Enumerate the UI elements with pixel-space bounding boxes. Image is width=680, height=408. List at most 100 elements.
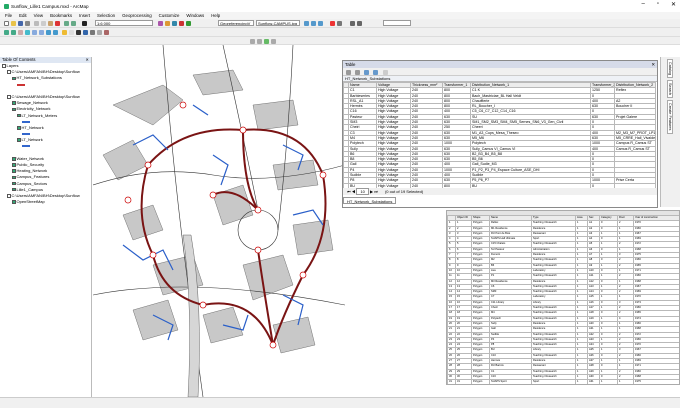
search-icon[interactable] (172, 21, 177, 26)
go-to-xy-icon[interactable] (97, 30, 102, 35)
arctoolbox-icon[interactable] (179, 21, 184, 26)
menu-item-help[interactable]: Help (211, 13, 220, 18)
time-slider-icon[interactable] (104, 30, 109, 35)
control-points-icon[interactable] (330, 21, 335, 26)
refresh-icon[interactable] (264, 38, 269, 44)
visibility-checkbox[interactable] (2, 64, 6, 68)
visibility-checkbox[interactable] (12, 76, 16, 81)
full-extent-icon[interactable] (25, 30, 30, 35)
visibility-checkbox[interactable] (12, 200, 16, 204)
scale-combo[interactable]: 1:6 000 (95, 20, 153, 26)
menu-item-geoprocessing[interactable]: Geoprocessing (122, 13, 152, 18)
clear-selection-icon[interactable] (69, 30, 74, 35)
swipe-icon[interactable] (357, 21, 362, 26)
map-view[interactable] (92, 44, 346, 398)
rotate-icon[interactable] (304, 21, 309, 26)
measure-icon[interactable] (350, 21, 355, 26)
visibility-checkbox[interactable] (12, 187, 16, 192)
record-number[interactable]: 10 (356, 188, 369, 195)
menu-item-bookmarks[interactable]: Bookmarks (50, 13, 72, 18)
table-options-icon[interactable] (346, 69, 351, 75)
last-record-icon[interactable]: ⏭ (374, 189, 378, 194)
menu-item-edit[interactable]: Edit (19, 13, 27, 18)
paste-icon[interactable] (48, 21, 53, 26)
select-features-icon[interactable] (62, 30, 67, 35)
scale-icon[interactable] (318, 21, 323, 26)
add-data-icon[interactable] (82, 21, 87, 26)
menu-item-file[interactable]: File (5, 13, 12, 18)
editor-icon[interactable] (158, 21, 163, 26)
raster-layer-combo[interactable]: Sunflow-CAMPUS.jpg (256, 20, 300, 26)
visibility-checkbox[interactable] (12, 163, 16, 167)
pan-icon[interactable] (18, 30, 23, 35)
save-icon[interactable] (18, 21, 23, 26)
switch-selection-icon[interactable] (373, 69, 379, 75)
next-record-icon[interactable]: ▶ (370, 189, 373, 194)
dock-tab-catalog[interactable]: Catalog (667, 59, 673, 79)
column-header[interactable]: Distribution_Network_2 (614, 81, 656, 89)
maximize-icon[interactable]: ▫ (657, 1, 659, 8)
menu-item-customize[interactable]: Customize (159, 13, 180, 18)
shift-icon[interactable] (311, 21, 316, 26)
column-header[interactable]: Transformer_2 (590, 81, 615, 89)
zoom-in-icon[interactable] (4, 30, 9, 35)
transparency-combo[interactable] (383, 20, 411, 26)
redo-icon[interactable] (71, 21, 76, 26)
menu-item-selection[interactable]: Selection (97, 13, 115, 18)
python-icon[interactable] (186, 21, 191, 26)
visibility-checkbox[interactable] (12, 107, 16, 111)
menu-item-view[interactable]: View (34, 13, 43, 18)
previous-record-icon[interactable]: ◀ (352, 189, 356, 194)
forward-icon[interactable] (53, 30, 58, 35)
visibility-checkbox[interactable] (7, 95, 11, 99)
menu-item-windows[interactable]: Windows (186, 13, 204, 18)
table-toolbar (343, 68, 657, 76)
dock-tab-create-features[interactable]: Create Features (667, 100, 673, 134)
minimize-icon[interactable]: – (641, 1, 644, 8)
visibility-checkbox[interactable] (7, 70, 11, 74)
layout-view-icon[interactable] (257, 38, 262, 44)
menu-item-insert[interactable]: Insert (79, 13, 90, 18)
undo-icon[interactable] (64, 21, 69, 26)
link-table-icon[interactable] (337, 21, 342, 26)
pause-drawing-icon[interactable] (271, 38, 276, 44)
close-icon[interactable]: ✕ (651, 61, 655, 68)
back-icon[interactable] (46, 30, 51, 35)
fixed-zoom-in-icon[interactable] (32, 30, 37, 35)
cut-icon[interactable] (34, 21, 39, 26)
select-elements-icon[interactable] (76, 30, 81, 35)
dock-tab-search[interactable]: Search (667, 80, 673, 99)
visibility-checkbox[interactable] (12, 181, 16, 186)
catalog-icon[interactable] (165, 21, 170, 26)
visibility-checkbox[interactable] (7, 194, 11, 198)
zoom-out-icon[interactable] (11, 30, 16, 35)
standard-toolbar: 1:6 000 GeoreferencingV Sunflow-CAMPUS.j… (0, 19, 680, 28)
fixed-zoom-out-icon[interactable] (39, 30, 44, 35)
column-header[interactable]: Transformer_1 (442, 81, 471, 89)
visibility-checkbox[interactable] (12, 175, 16, 180)
select-by-attributes-icon[interactable] (364, 69, 370, 75)
table-bottom-tab[interactable]: HT_Network_Substations (343, 197, 397, 204)
visibility-checkbox[interactable] (17, 138, 21, 142)
delete-icon[interactable] (55, 21, 60, 26)
visibility-checkbox[interactable] (17, 113, 21, 118)
visibility-checkbox[interactable] (12, 101, 16, 105)
georeferencing-layer-combo[interactable]: GeoreferencingV (218, 20, 254, 26)
open-icon[interactable] (11, 21, 16, 26)
data-view-icon[interactable] (250, 38, 255, 44)
legend-symbol-icon (22, 145, 30, 148)
toc-item-label: Sewage_Network (16, 100, 48, 106)
copy-icon[interactable] (41, 21, 46, 26)
visibility-checkbox[interactable] (17, 126, 21, 130)
new-icon[interactable] (4, 21, 9, 26)
first-record-icon[interactable]: ⏮ (347, 189, 351, 194)
find-icon[interactable] (90, 30, 95, 35)
close-icon[interactable]: ✕ (671, 1, 676, 8)
visibility-checkbox[interactable] (12, 157, 16, 161)
visibility-checkbox[interactable] (12, 169, 16, 173)
print-icon[interactable] (25, 21, 30, 26)
toc-item[interactable]: OpenStreetMap (0, 199, 91, 205)
clear-selection-icon[interactable] (382, 69, 388, 75)
related-tables-icon[interactable] (355, 69, 361, 75)
identify-icon[interactable] (83, 30, 88, 35)
